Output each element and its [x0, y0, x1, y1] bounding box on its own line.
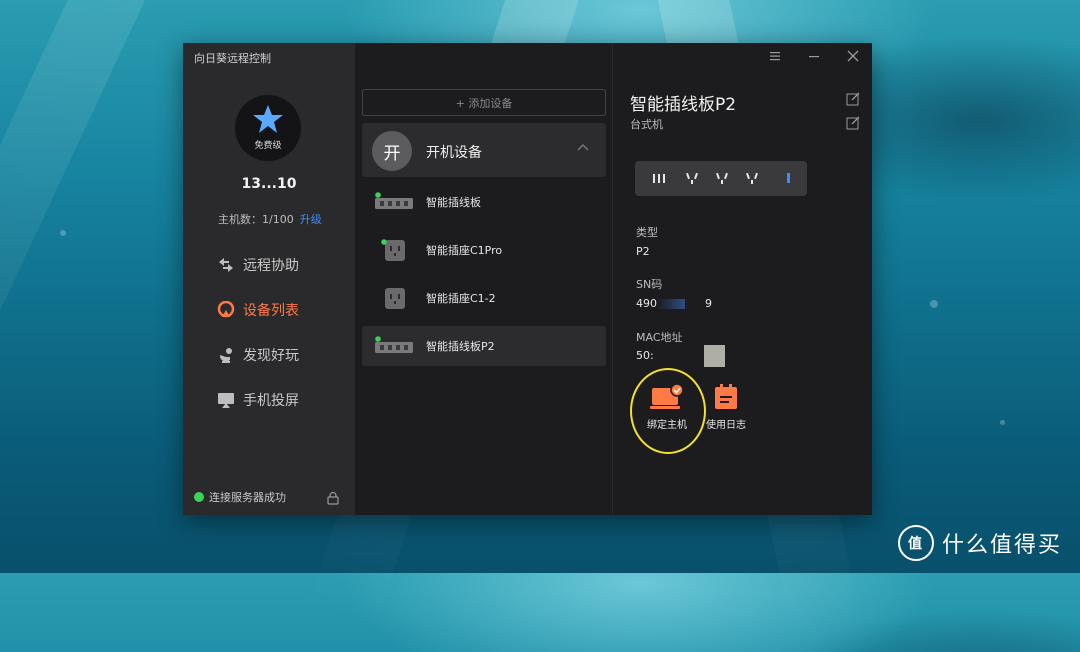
sn-label: SN码: [636, 278, 663, 291]
smart-plug-icon: [381, 239, 405, 261]
minimize-icon[interactable]: [805, 47, 823, 65]
device-list-icon: [217, 301, 235, 318]
mac-value-visible: 50:: [636, 349, 654, 362]
nav-device-list[interactable]: 设备列表: [217, 296, 299, 324]
sn-value-visible: 490: [636, 297, 657, 310]
power-strip-icon: [375, 336, 413, 353]
lock-icon[interactable]: [327, 492, 339, 505]
type-value: P2: [636, 245, 650, 258]
nav-label: 手机投屏: [243, 393, 299, 409]
mac-value: 50:: [636, 349, 654, 362]
screen-mirror-icon: [218, 393, 234, 408]
device-title: 智能插线板P2: [630, 95, 737, 115]
nav-discover[interactable]: 发现好玩: [217, 341, 299, 369]
nav-label: 发现好玩: [243, 348, 299, 364]
status-text: 连接服务器成功: [209, 491, 286, 504]
device-name: 智能插座C1-2: [426, 292, 496, 305]
watermark-text: 什么值得买: [941, 533, 1062, 558]
device-name: 智能插线板: [426, 196, 481, 209]
edit-icon[interactable]: [846, 92, 860, 106]
group-badge: 开: [372, 131, 412, 171]
nav-screen-mirror[interactable]: 手机投屏: [217, 386, 299, 414]
connection-status: 连接服务器成功: [194, 489, 286, 505]
device-subtitle: 台式机: [630, 118, 663, 131]
device-group[interactable]: 开 开机设备: [362, 123, 606, 177]
power-strip-icon: [375, 192, 413, 209]
group-name: 开机设备: [426, 145, 482, 161]
bubble: [60, 230, 66, 236]
type-label: 类型: [636, 226, 658, 239]
avatar[interactable]: 免费级: [235, 95, 301, 161]
host-count: 主机数：1/100 升级: [218, 211, 322, 227]
host-count-label: 主机数：1/100: [218, 213, 294, 226]
device-item[interactable]: 智能插座C1Pro: [362, 230, 606, 270]
watermark: 值 什么值得买: [897, 525, 1062, 561]
device-list-panel: + 添加设备 开 开机设备 智能插线板 智能插座C1Pro 智能插座C1-2 智…: [355, 43, 613, 515]
watermark-logo: 值: [897, 525, 934, 561]
chevron-up-icon[interactable]: [577, 143, 589, 151]
tier-label: 免费级: [254, 141, 282, 151]
bind-host-button[interactable]: 绑定主机: [637, 383, 697, 431]
sn-suffix: 9: [705, 297, 712, 310]
power-strip-image: [635, 161, 807, 196]
device-item[interactable]: 智能插座C1-2: [362, 278, 606, 318]
device-name: 智能插线板P2: [426, 340, 495, 353]
nav-remote-assist[interactable]: 远程协助: [217, 251, 299, 279]
redacted-mac: [704, 345, 725, 367]
nav-label: 远程协助: [243, 258, 299, 274]
redacted-sn: [657, 299, 685, 309]
sn-value: 490 9: [636, 297, 712, 310]
smart-plug-icon: [385, 288, 405, 309]
device-detail-panel: 智能插线板P2 台式机 类型 P2 SN码 490 9 MAC地址 50: 绑定…: [613, 43, 872, 515]
power-strip-sockets: [653, 172, 790, 184]
app-window: 向日葵远程控制 免费级 13...10 主机数：1/100 升级 远程协助 设备列…: [183, 43, 872, 515]
app-title: 向日葵远程控制: [194, 52, 271, 65]
user-id: 13...10: [241, 176, 297, 192]
nav-label: 设备列表: [243, 303, 299, 319]
bubble: [1000, 420, 1005, 425]
add-device-button[interactable]: + 添加设备: [362, 89, 606, 116]
bind-host-label: 绑定主机: [647, 420, 687, 431]
device-item-selected[interactable]: 智能插线板P2: [362, 326, 606, 366]
remote-assist-icon: [219, 258, 233, 272]
close-icon[interactable]: [844, 47, 862, 65]
mac-label: MAC地址: [636, 331, 683, 344]
light-ray: [0, 0, 157, 610]
usage-log-label: 使用日志: [706, 420, 746, 431]
menu-icon[interactable]: [766, 47, 784, 65]
discover-icon: [219, 348, 232, 363]
device-name: 智能插座C1Pro: [426, 244, 503, 257]
status-dot: [194, 492, 204, 502]
device-item[interactable]: 智能插线板: [362, 182, 606, 222]
star-icon: [253, 105, 283, 133]
upgrade-link[interactable]: 升级: [300, 213, 322, 226]
edit-icon[interactable]: [846, 116, 860, 130]
sidebar: 向日葵远程控制 免费级 13...10 主机数：1/100 升级 远程协助 设备列…: [183, 43, 355, 515]
usage-log-icon: [715, 384, 737, 409]
bind-host-icon: [650, 383, 684, 409]
bubble: [930, 300, 938, 308]
usage-log-button[interactable]: 使用日志: [696, 383, 756, 431]
